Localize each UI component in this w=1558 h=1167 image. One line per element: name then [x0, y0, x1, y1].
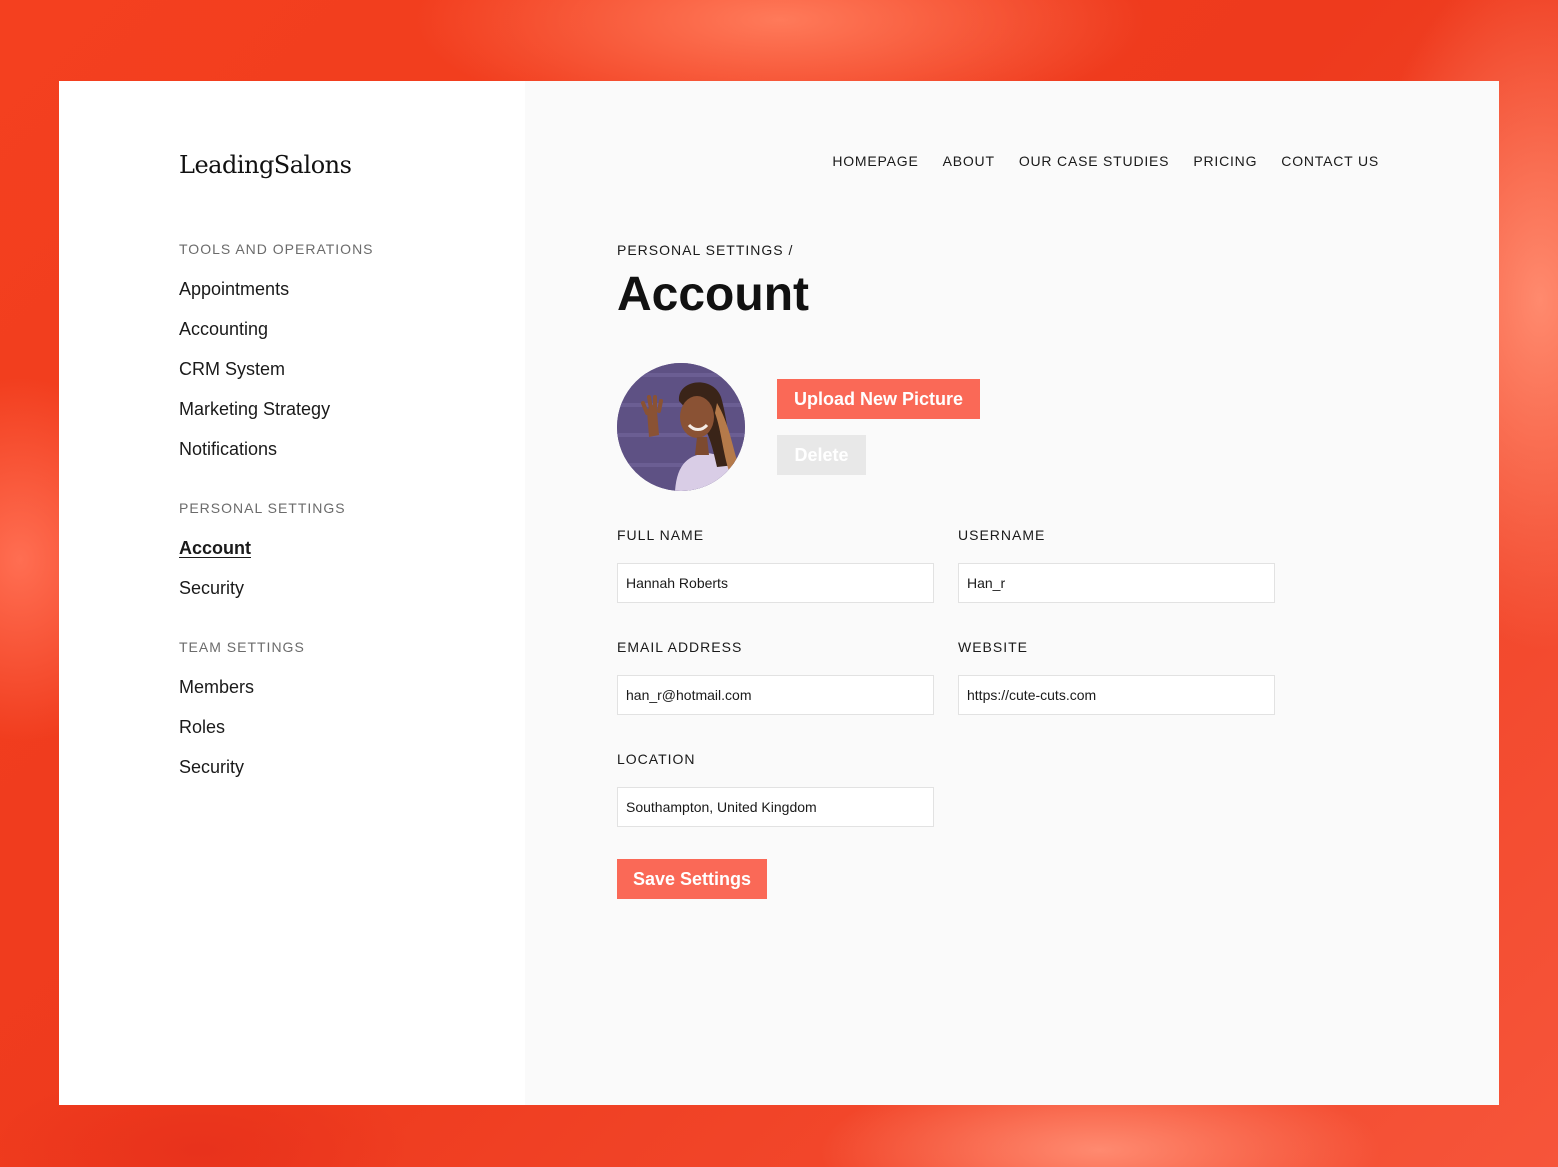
sidebar-item-members[interactable]: Members: [179, 677, 254, 698]
sidebar-item-marketing-strategy[interactable]: Marketing Strategy: [179, 399, 330, 420]
sidebar-group-title-tools: TOOLS AND OPERATIONS: [179, 241, 374, 257]
sidebar-group-title-personal: PERSONAL SETTINGS: [179, 500, 346, 516]
username-field[interactable]: [958, 563, 1275, 603]
website-label: WEBSITE: [958, 639, 1029, 655]
full-name-label: FULL NAME: [617, 527, 705, 543]
sidebar-item-accounting[interactable]: Accounting: [179, 319, 268, 340]
profile-photo: [617, 363, 745, 491]
email-field[interactable]: [617, 675, 934, 715]
location-label: LOCATION: [617, 751, 696, 767]
settings-window: LeadingSalons TOOLS AND OPERATIONS Appoi…: [59, 81, 1499, 1105]
upload-picture-button[interactable]: Upload New Picture: [777, 379, 980, 419]
email-label: EMAIL ADDRESS: [617, 639, 743, 655]
nav-link-contact-us[interactable]: CONTACT US: [1281, 153, 1379, 169]
sidebar-item-appointments[interactable]: Appointments: [179, 279, 289, 300]
sidebar-item-roles[interactable]: Roles: [179, 717, 225, 738]
website-field[interactable]: [958, 675, 1275, 715]
nav-link-about[interactable]: ABOUT: [943, 153, 995, 169]
avatar: [617, 363, 745, 491]
main-content: HOMEPAGE ABOUT OUR CASE STUDIES PRICING …: [525, 81, 1499, 1105]
sidebar-item-account[interactable]: Account: [179, 538, 251, 559]
nav-link-homepage[interactable]: HOMEPAGE: [832, 153, 918, 169]
sidebar-item-crm-system[interactable]: CRM System: [179, 359, 285, 380]
sidebar-item-team-security[interactable]: Security: [179, 757, 244, 778]
username-label: USERNAME: [958, 527, 1046, 543]
sidebar-group-title-team: TEAM SETTINGS: [179, 639, 305, 655]
logo[interactable]: LeadingSalons: [179, 151, 352, 179]
sidebar-item-personal-security[interactable]: Security: [179, 578, 244, 599]
page-title: Account: [617, 268, 809, 321]
nav-link-pricing[interactable]: PRICING: [1193, 153, 1257, 169]
sidebar-item-notifications[interactable]: Notifications: [179, 439, 277, 460]
top-navigation: HOMEPAGE ABOUT OUR CASE STUDIES PRICING …: [832, 153, 1379, 169]
sidebar: LeadingSalons TOOLS AND OPERATIONS Appoi…: [59, 81, 525, 1105]
location-field[interactable]: [617, 787, 934, 827]
delete-picture-button[interactable]: Delete: [777, 435, 866, 475]
nav-link-case-studies[interactable]: OUR CASE STUDIES: [1019, 153, 1170, 169]
breadcrumb[interactable]: PERSONAL SETTINGS /: [617, 242, 793, 258]
save-settings-button[interactable]: Save Settings: [617, 859, 767, 899]
full-name-field[interactable]: [617, 563, 934, 603]
